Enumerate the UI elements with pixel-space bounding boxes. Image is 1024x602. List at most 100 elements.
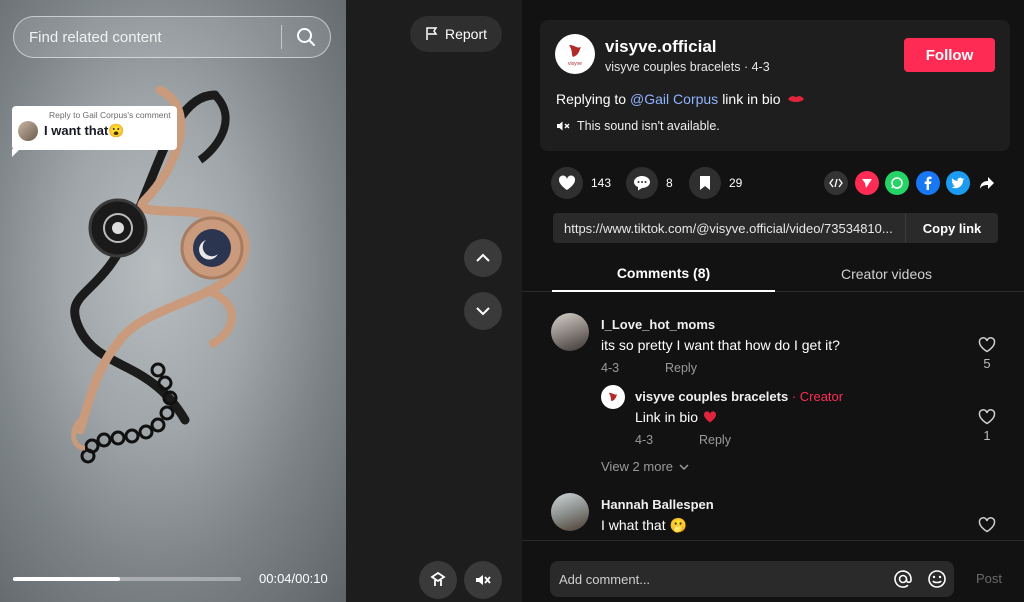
tab-comments[interactable]: Comments (8): [552, 256, 775, 292]
code-embed-icon: [829, 178, 843, 188]
mute-button[interactable]: [464, 561, 502, 599]
avatar[interactable]: [551, 313, 589, 351]
reply-author-name: visyve couples bracelets: [635, 389, 789, 404]
share-arrow-icon: [980, 177, 994, 189]
send-to-friends-button[interactable]: [855, 171, 879, 195]
reply-like-button[interactable]: 1: [975, 409, 999, 443]
video-progress-bar[interactable]: [13, 577, 241, 581]
reply-text: Link in bio: [635, 409, 699, 425]
comment-like-button[interactable]: [975, 517, 999, 533]
pip-icon: [430, 571, 446, 586]
caption-prefix: Replying to: [556, 91, 627, 107]
comment-author[interactable]: Hannah Ballespen: [601, 497, 714, 512]
creator-username[interactable]: visyve.official: [605, 37, 717, 57]
save-stat[interactable]: 29: [689, 167, 742, 199]
save-count: 29: [729, 176, 743, 190]
brand-logo-icon: [569, 45, 581, 57]
comment-text: I what that 🫢: [601, 517, 687, 533]
floating-player-button[interactable]: [419, 561, 457, 599]
add-comment-field[interactable]: [550, 561, 954, 597]
comment-count: 8: [666, 176, 673, 190]
at-sign-icon: [894, 570, 912, 588]
whatsapp-share-button[interactable]: [885, 171, 909, 195]
tab-creator-videos[interactable]: Creator videos: [775, 256, 998, 292]
next-video-button[interactable]: [464, 292, 502, 330]
creator-avatar[interactable]: visyve: [555, 34, 595, 74]
follow-button[interactable]: Follow: [904, 38, 995, 72]
heart-outline-icon: [978, 337, 996, 353]
twitter-share-button[interactable]: [946, 171, 970, 195]
comment-text: its so pretty I want that how do I get i…: [601, 337, 840, 353]
comment-stat[interactable]: 8: [626, 167, 673, 199]
heart-outline-icon: [978, 517, 996, 533]
video-time: 00:04/00:10: [259, 571, 328, 586]
flag-icon: [426, 27, 438, 40]
reply-author[interactable]: visyve couples bracelets · Creator: [635, 389, 843, 404]
reply-button[interactable]: Reply: [699, 433, 731, 447]
send-icon: [862, 179, 872, 188]
facebook-share-button[interactable]: [916, 171, 940, 195]
lips-emoji-icon: [787, 96, 804, 102]
reply-like-count: 1: [983, 428, 991, 443]
reply-sticker-caption: Reply to Gail Corpus's comment: [49, 110, 171, 120]
like-stat[interactable]: 143: [551, 167, 611, 199]
report-button[interactable]: Report: [410, 16, 502, 52]
panel-tabs: Comments (8) Creator videos: [522, 256, 1024, 292]
like-button[interactable]: [551, 167, 583, 199]
chevron-down-icon: [476, 307, 490, 316]
comment-like-button[interactable]: 5: [975, 337, 999, 371]
like-count: 143: [591, 176, 612, 190]
whatsapp-icon: [891, 177, 903, 189]
embed-button[interactable]: [824, 171, 848, 195]
save-button[interactable]: [689, 167, 721, 199]
view-more-label: View 2 more: [601, 459, 674, 474]
chevron-up-icon: [476, 253, 490, 262]
video-player[interactable]: Find related content Reply to Gail Corpu…: [0, 0, 346, 602]
post-caption: Replying to @Gail Corpus link in bio: [556, 91, 805, 107]
creator-tag: · Creator: [788, 389, 844, 404]
chevron-down-icon: [679, 463, 689, 470]
search-button[interactable]: [282, 17, 330, 57]
emoji-button[interactable]: [920, 562, 954, 596]
copy-link-button[interactable]: Copy link: [905, 213, 998, 243]
report-label: Report: [444, 26, 488, 42]
smiley-icon: [928, 570, 946, 588]
comment-date: 4-3: [601, 361, 620, 375]
video-frame-bracelets: [70, 85, 250, 464]
facebook-icon: [924, 176, 932, 190]
search-bar[interactable]: Find related content: [13, 16, 331, 58]
more-share-button[interactable]: [975, 171, 999, 195]
share-link-box: https://www.tiktok.com/@visyve.official/…: [553, 213, 998, 243]
reply-to-comment-sticker: Reply to Gail Corpus's comment I want th…: [12, 106, 177, 157]
reply-date: 4-3: [635, 433, 654, 447]
caption-mention-link[interactable]: @Gail Corpus: [630, 91, 718, 107]
mention-button[interactable]: [886, 562, 920, 596]
bookmark-icon: [700, 176, 710, 190]
comment-button[interactable]: [626, 167, 658, 199]
comment-like-count: 5: [983, 356, 991, 371]
volume-muted-icon: [476, 575, 491, 585]
sound-off-icon: [557, 121, 570, 131]
previous-video-button[interactable]: [464, 239, 502, 277]
avatar[interactable]: [551, 493, 589, 531]
sound-info: This sound isn't available.: [556, 119, 720, 133]
video-progress-fill: [13, 577, 121, 581]
comment-icon: [634, 176, 650, 191]
tiktok-video-page: Find related content Reply to Gail Corpu…: [0, 0, 1024, 602]
avatar: [18, 121, 38, 141]
search-icon: [297, 28, 315, 46]
heart-outline-icon: [978, 409, 996, 425]
search-input[interactable]: Find related content: [14, 29, 281, 46]
creator-subline: visyve couples bracelets · 4-3: [605, 60, 770, 74]
reply-content: Link in bio: [635, 409, 717, 425]
video-url[interactable]: https://www.tiktok.com/@visyve.official/…: [553, 221, 905, 236]
post-comment-button[interactable]: Post: [976, 571, 1002, 586]
reply-button[interactable]: Reply: [665, 361, 697, 375]
add-comment-input[interactable]: [550, 571, 886, 587]
comment-author[interactable]: I_Love_hot_moms: [601, 317, 715, 332]
brand-logo-text: visyve: [568, 61, 582, 67]
brand-logo-icon: [608, 392, 618, 402]
reply-sticker-text: I want that😮: [44, 123, 125, 138]
view-more-replies[interactable]: View 2 more: [601, 459, 689, 474]
avatar[interactable]: [601, 385, 625, 409]
